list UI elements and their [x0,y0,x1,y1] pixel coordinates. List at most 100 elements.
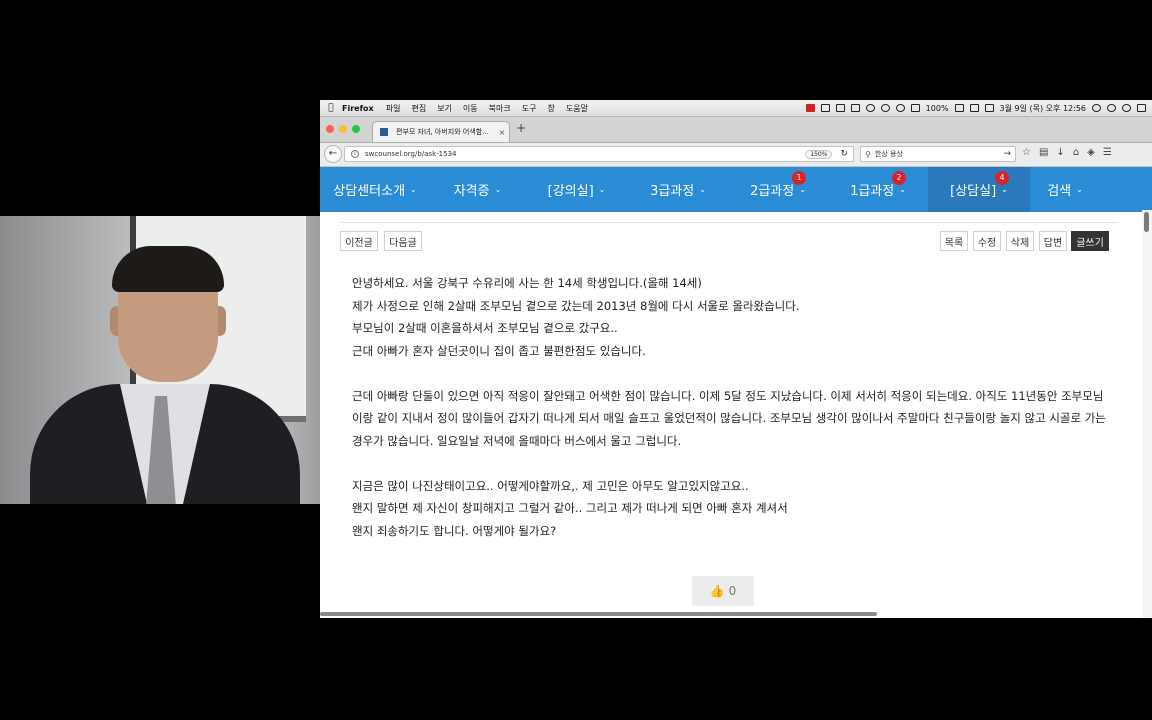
webcam-presenter-hair [112,246,224,292]
reload-icon[interactable]: ↻ [840,149,848,159]
thumbs-up-icon: 👍 [709,584,725,598]
post-paragraph: 안녕하세요. 서울 강북구 수유리에 사는 한 14세 학생입니다.(올해 14… [352,276,702,290]
nav-label: 상담센터소개 [333,184,406,199]
toolbar-icons: ☆ ▤ ↓ ⌂ ◈ ☰ [1022,147,1112,158]
next-post-button[interactable]: 다음글 [384,231,422,251]
nav-item-level3[interactable]: 3급과정 ⌄ [628,167,728,212]
menubar-clock[interactable]: 3월 9일 (목) 오후 12:56 [1000,103,1086,114]
site-info-icon[interactable]: i [351,150,359,158]
menu-file[interactable]: 파일 [386,103,401,114]
nav-item-counseling[interactable]: [상담실] ⌄ 4 [928,167,1030,212]
post-paragraph: 제가 사정으로 인해 2살때 조부모님 곁으로 갔는데 2013년 8월에 다시… [352,298,800,313]
divider [340,222,1118,223]
tab-title: 편부모 자녀, 아버지와 어색함... [396,128,489,136]
home-icon[interactable]: ⌂ [1073,147,1079,158]
menu-app-firefox[interactable]: Firefox [342,104,374,113]
minimize-window-icon[interactable] [339,125,347,133]
nav-label: 자격증 [453,184,490,199]
nav-item-lecture[interactable]: [강의실] ⌄ [525,167,628,212]
nav-item-level1[interactable]: 1급과정 ⌄ 2 [828,167,928,212]
search-icon: ⚲ [865,149,871,159]
vertical-scrollbar[interactable] [1142,210,1152,618]
url-text[interactable]: swcounsel.org/b/ask-1534 [365,150,805,158]
site-nav-bar: 상담센터소개 ⌄ 자격증 ⌄ [강의실] ⌄ 3급과정 ⌄ 2급과정 ⌄ 1 1급과정 ⌄ … [320,167,1152,212]
chevron-down-icon: ⌄ [899,185,906,194]
post-paragraph: 왠지 죄송하기도 합니다. 어떻게야 될가요? [352,523,557,538]
menu-window[interactable]: 창 [547,103,554,114]
screens-icon[interactable] [835,104,845,112]
post-paragraph: 지금은 많이 나진상태이고요.. 어떻게야할까요,. 제 고민은 아무도 알고있… [352,478,749,493]
nav-label: [강의실] [547,184,594,199]
bluetooth-icon[interactable] [880,104,890,112]
apple-menu-icon[interactable]:  [320,103,342,113]
notification-center-icon[interactable] [1137,104,1146,112]
nav-label: 1급과정 [850,184,895,199]
timemachine-icon[interactable] [865,104,875,112]
menu-go[interactable]: 이동 [463,103,478,114]
record-icon[interactable] [805,104,815,112]
close-window-icon[interactable] [326,125,334,133]
nav-label: 3급과정 [650,184,695,199]
pocket-icon[interactable]: ◈ [1087,147,1095,158]
reply-button[interactable]: 답변 [1039,231,1067,251]
nav-item-level2[interactable]: 2급과정 ⌄ 1 [728,167,828,212]
spotlight-icon[interactable] [1107,104,1116,112]
notification-badge: 1 [792,171,806,185]
zoom-window-icon[interactable] [352,125,360,133]
siri-icon[interactable] [1122,104,1131,112]
edit-button[interactable]: 수정 [973,231,1001,251]
chevron-down-icon: ⌄ [598,185,606,194]
menu-bookmarks[interactable]: 북마크 [489,103,511,114]
zoom-level[interactable]: 150% [805,149,833,159]
menu-view[interactable]: 보기 [437,103,452,114]
nav-item-search[interactable]: 검색 ⌄ [1030,167,1100,212]
wifi-icon[interactable] [895,104,905,112]
back-button[interactable]: ← [324,145,342,163]
search-query[interactable]: 한상 용상 [875,149,1004,159]
post-body: 안녕하세요. 서울 강북구 수유리에 사는 한 14세 학생입니다.(올해 14… [352,272,1112,542]
list-button[interactable]: 목록 [940,231,968,251]
bookmark-star-icon[interactable]: ☆ [1022,147,1031,158]
browser-window:  Firefox 파일 편집 보기 이동 북마크 도구 창 도움말 100% … [320,100,1152,618]
nav-item-about[interactable]: 상담센터소개 ⌄ [320,167,430,212]
chevron-down-icon: ⌄ [410,185,417,194]
nav-item-certificate[interactable]: 자격증 ⌄ [430,167,525,212]
window-icon[interactable] [820,104,830,112]
close-tab-icon[interactable]: × [495,128,509,137]
new-tab-button[interactable]: + [516,121,526,135]
nav-label: 2급과정 [750,184,795,199]
volume-icon[interactable] [910,104,920,112]
favicon-icon [380,128,388,136]
url-bar[interactable]: i swcounsel.org/b/ask-1534 150% ↻ [344,146,854,162]
tab-bar: 편부모 자녀, 아버지와 어색함... × + [320,117,1152,143]
battery-icon[interactable] [954,104,964,112]
display-icon[interactable] [984,104,994,112]
chevron-down-icon: ⌄ [1001,185,1008,194]
battery-percent[interactable]: 100% [926,104,949,113]
post-paragraph: 부모님이 2살때 이혼을하셔서 조부모님 곁으로 갔구요.. [352,321,618,335]
camera-icon[interactable] [850,104,860,112]
horizontal-scrollbar[interactable] [320,609,1142,618]
search-bar[interactable]: ⚲ 한상 용상 → [860,146,1016,162]
scrollbar-thumb[interactable] [320,612,877,616]
search-go-icon[interactable]: → [1003,149,1011,159]
menu-edit[interactable]: 편집 [411,103,426,114]
browser-tab[interactable]: 편부모 자녀, 아버지와 어색함... × [372,121,510,142]
write-button[interactable]: 글쓰기 [1071,231,1109,251]
menu-help[interactable]: 도움말 [566,103,588,114]
prev-post-button[interactable]: 이전글 [340,231,378,251]
chevron-down-icon: ⌄ [699,185,706,194]
flag-icon[interactable] [969,104,979,112]
download-icon[interactable]: ↓ [1056,147,1064,158]
delete-button[interactable]: 삭제 [1006,231,1034,251]
hamburger-menu-icon[interactable]: ☰ [1103,147,1112,158]
menu-tools[interactable]: 도구 [522,103,537,114]
scrollbar-thumb[interactable] [1144,212,1149,232]
like-button[interactable]: 👍 0 [692,576,754,606]
reader-list-icon[interactable]: ▤ [1039,147,1048,158]
nav-label: [상담실] [950,184,997,199]
nav-label: 검색 [1047,184,1072,199]
user-icon[interactable] [1092,104,1101,112]
